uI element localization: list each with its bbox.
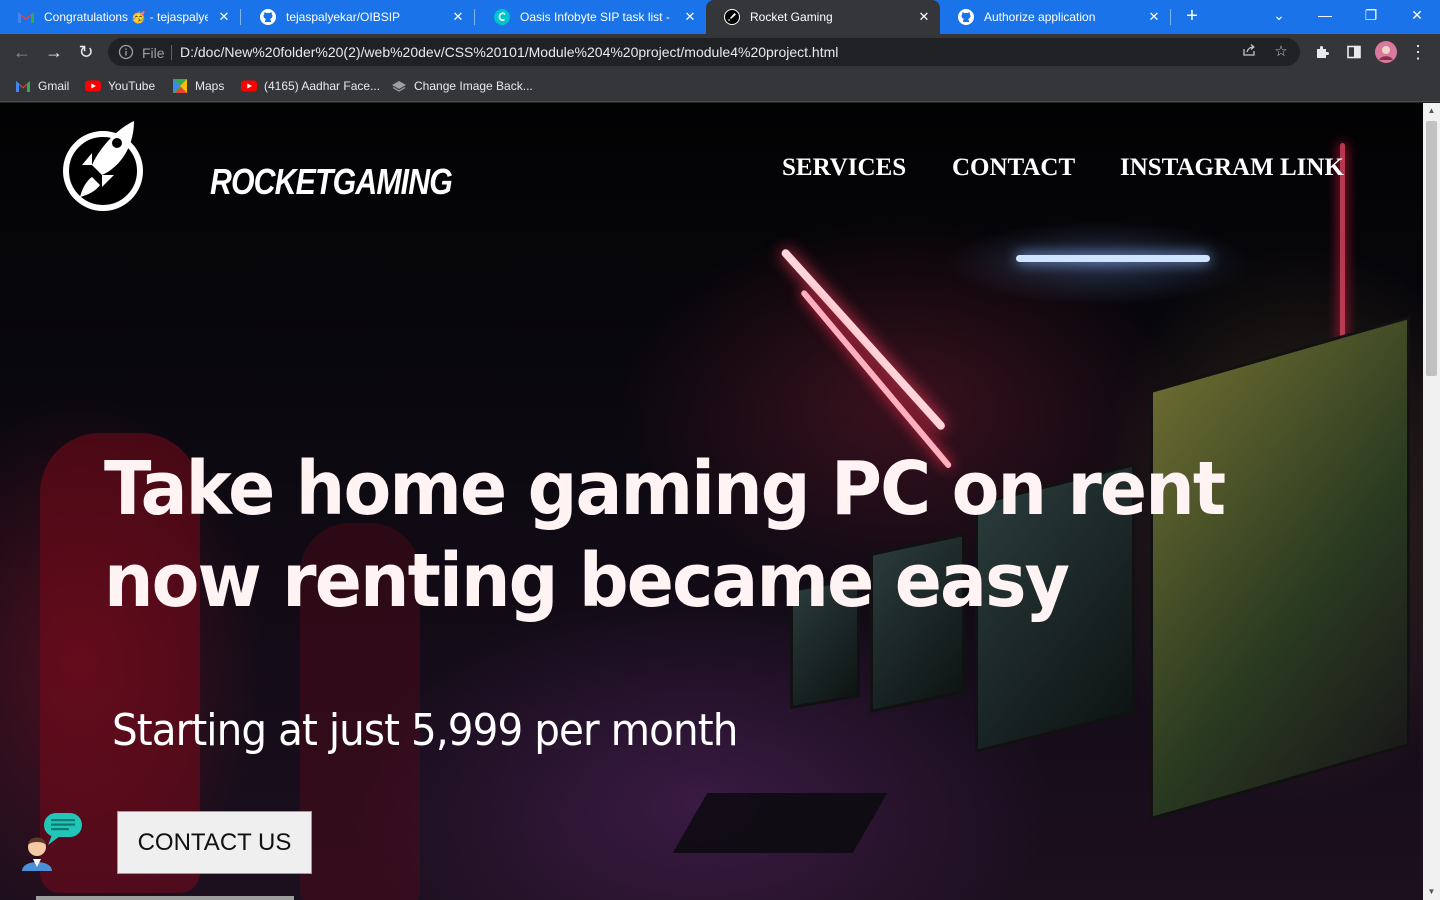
page-viewport: ROCKETGAMING SERVICES CONTACT INSTAGRAM … [0,103,1423,900]
gmail-icon [18,9,34,25]
tab-authorize-application[interactable]: Authorize application ✕ [940,0,1170,34]
bookmark-label: Maps [195,79,225,93]
rocket-icon [724,9,740,25]
tab-title: Congratulations 🥳 - tejaspalyekar [44,10,208,24]
chat-agent-icon [22,813,82,871]
more-menu-icon[interactable]: ⋮ [1405,39,1431,65]
github-icon [958,9,974,25]
bookmark-label: Gmail [38,79,70,93]
tab-github-oibsip[interactable]: tejaspalyekar/OIBSIP ✕ [242,0,474,34]
browser-toolbar: ← → ↻ File D:/doc/New%20folder%20(2)/web… [0,34,1440,70]
nav-link-services[interactable]: SERVICES [782,154,906,182]
extensions-icon[interactable] [1309,39,1335,65]
tab-title: Oasis Infobyte SIP task list - Preview [520,10,674,24]
vertical-scrollbar[interactable]: ▲ ▼ [1423,103,1440,900]
back-button[interactable]: ← [9,39,35,65]
scrollbar-thumb[interactable] [1426,121,1437,376]
url-text[interactable]: D:/doc/New%20folder%20(2)/web%20dev/CSS%… [180,44,838,60]
keyboard [672,793,888,853]
share-icon[interactable] [1239,42,1259,62]
tab-divider [240,9,241,25]
tab-divider [474,9,475,25]
bookmark-star-icon[interactable]: ☆ [1271,42,1291,62]
hero-headline-line: now renting became easy [104,538,1070,624]
bookmark-maps[interactable]: Maps [172,76,224,96]
tab-search-dropdown-icon[interactable]: ⌄ [1256,0,1302,30]
pricing-text: Starting at just 5,999 per month [112,705,738,756]
side-panel-icon[interactable] [1341,39,1367,65]
tab-oasis-task-list[interactable]: Oasis Infobyte SIP task list - Preview ✕ [476,0,706,34]
scroll-down-arrow-icon[interactable]: ▼ [1423,884,1440,900]
bookmark-label: (4165) Aadhar Face... [264,79,381,93]
scroll-up-arrow-icon[interactable]: ▲ [1423,103,1440,119]
layers-icon [391,78,407,94]
logo-text: ROCKETGAMING [210,161,453,202]
nav-link-contact[interactable]: CONTACT [952,154,1075,182]
bookmark-change-image-background[interactable]: Change Image Back... [391,76,533,96]
tab-rocket-gaming[interactable]: Rocket Gaming ✕ [706,0,940,34]
gmail-icon [15,78,31,94]
new-tab-button[interactable]: + [1180,5,1204,29]
bookmark-label: Change Image Back... [414,79,533,93]
chat-support-widget[interactable] [18,811,84,877]
scheme-label: File [142,45,165,61]
omnibox-divider [171,45,172,60]
minimize-button[interactable]: — [1302,0,1348,30]
info-icon[interactable] [118,44,134,60]
neon-light [780,247,947,432]
maps-icon [172,78,188,94]
tab-title: tejaspalyekar/OIBSIP [286,10,401,24]
contact-us-button[interactable]: CONTACT US [117,811,312,874]
nav-link-instagram[interactable]: INSTAGRAM LINK [1120,154,1344,182]
close-icon[interactable]: ✕ [916,9,932,25]
tab-gmail[interactable]: Congratulations 🥳 - tejaspalyekar ✕ [0,0,240,34]
close-icon[interactable]: ✕ [450,9,466,25]
address-bar[interactable]: File D:/doc/New%20folder%20(2)/web%20dev… [108,38,1300,66]
rocket-icon [63,121,143,211]
bookmarks-bar: Gmail YouTube Maps (4165) Aadhar Face...… [0,70,1440,102]
tab-divider [1170,9,1171,25]
canva-icon [494,9,510,25]
bookmark-label: YouTube [108,79,156,93]
tab-strip: Congratulations 🥳 - tejaspalyekar ✕ teja… [0,0,1440,34]
horizontal-scroll-indicator [36,896,294,900]
restore-button[interactable]: ❐ [1348,0,1394,30]
bookmark-youtube[interactable]: YouTube [85,76,155,96]
hero-headline: Take home gaming PC on rent now renting … [104,443,1226,627]
hero-headline-line: Take home gaming PC on rent [104,446,1226,532]
youtube-icon [85,78,101,94]
reload-button[interactable]: ↻ [73,39,99,65]
forward-button[interactable]: → [41,39,67,65]
profile-avatar[interactable] [1373,39,1399,65]
neon-light [1016,255,1210,262]
close-icon[interactable]: ✕ [216,9,232,25]
tab-title: Rocket Gaming [750,10,833,24]
bookmark-aadhar-face[interactable]: (4165) Aadhar Face... [241,76,380,96]
close-icon[interactable]: ✕ [682,9,698,25]
github-icon [260,9,276,25]
youtube-icon [241,78,257,94]
tab-title: Authorize application [984,10,1096,24]
close-window-button[interactable]: ✕ [1394,0,1440,30]
close-icon[interactable]: ✕ [1146,9,1162,25]
bookmark-gmail[interactable]: Gmail [15,76,69,96]
site-logo[interactable]: ROCKETGAMING [62,117,453,219]
